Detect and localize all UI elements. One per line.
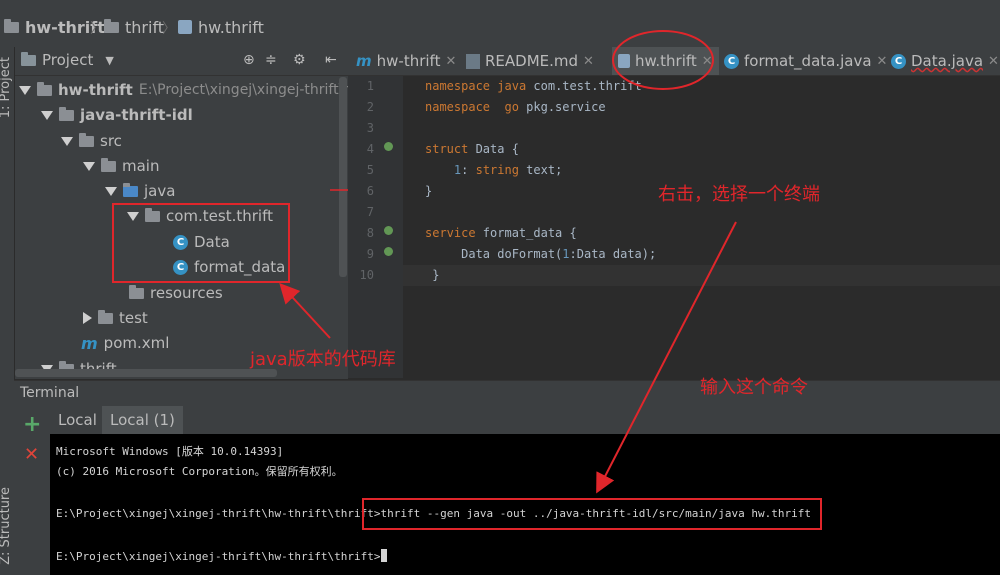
- annotation-arrow-to-command: [596, 221, 737, 494]
- annotation-arrows: [279, 189, 737, 494]
- annotation-arrow-to-classes: [279, 283, 331, 339]
